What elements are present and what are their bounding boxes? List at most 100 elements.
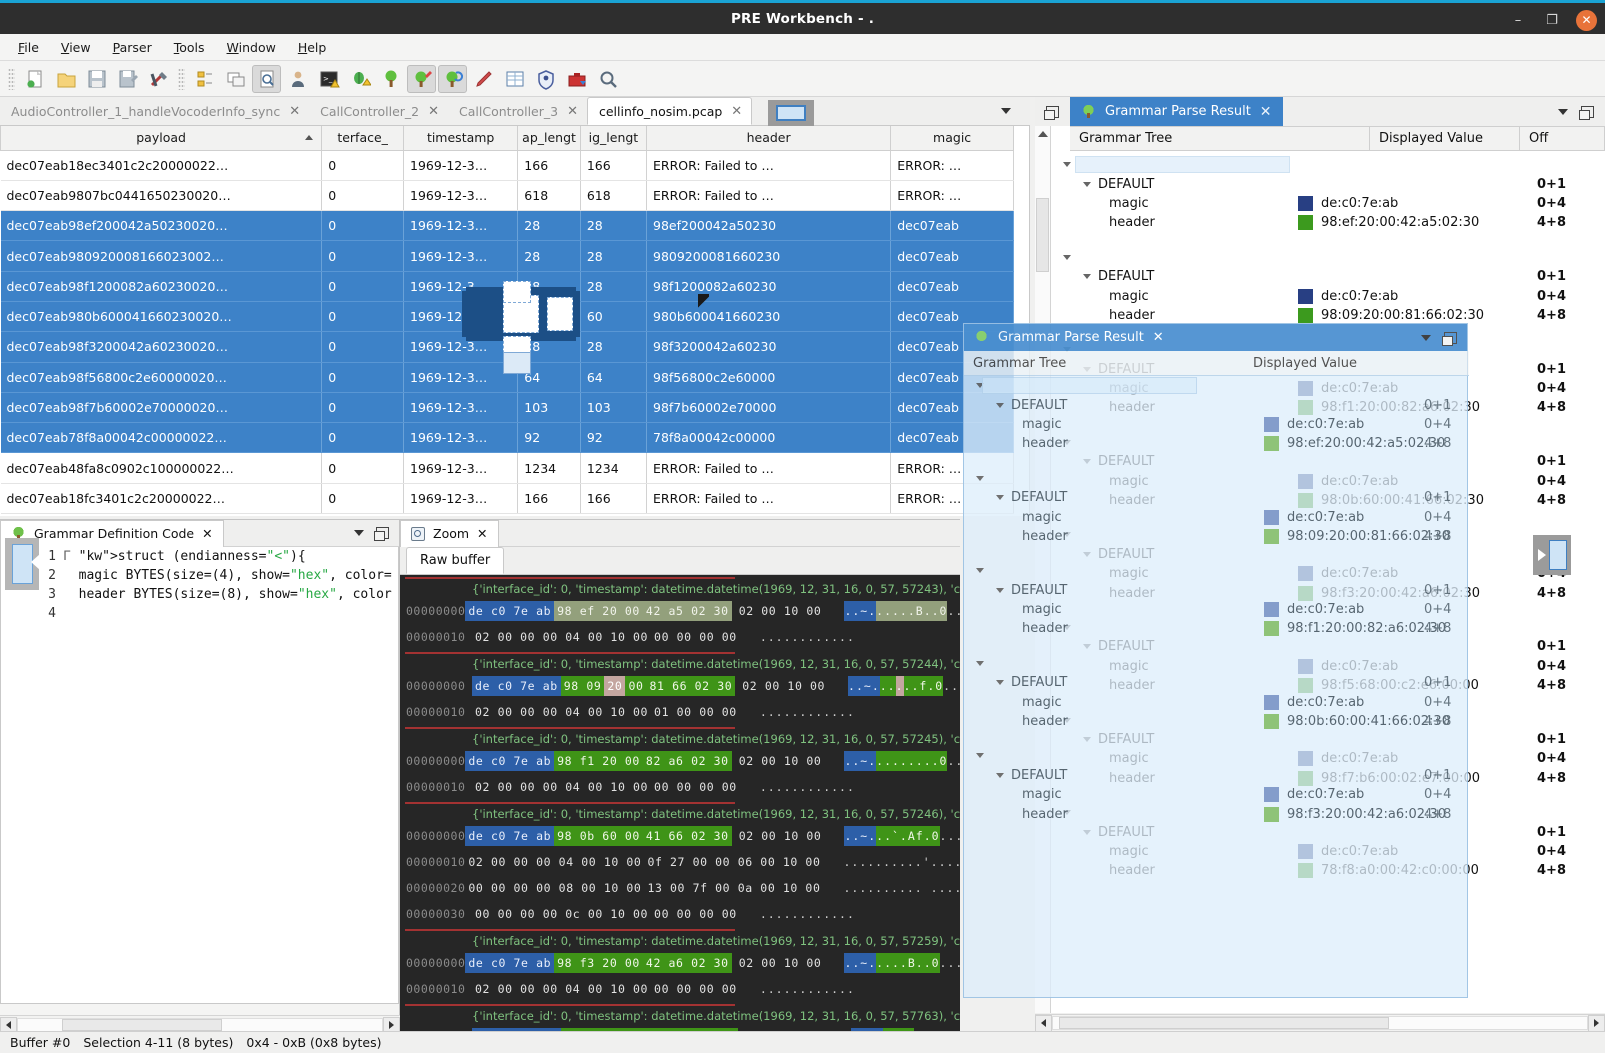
root-node-highlight[interactable]: [1075, 156, 1290, 173]
hex-row[interactable]: 00000000de c0 7e ab98 09200081 66 02 300…: [400, 673, 960, 699]
code-area[interactable]: Γ "kw">struct (endianness="<"){ magic BY…: [63, 547, 398, 1003]
table-cell[interactable]: 0: [322, 301, 404, 331]
table-row[interactable]: dec07eab48fa8c0902c100000022…01969-12-3……: [1, 453, 1014, 483]
tree-node-default[interactable]: DEFAULT0+1: [964, 766, 1469, 785]
copy-windows-icon[interactable]: [221, 65, 250, 93]
tree-leaf-magic[interactable]: magicde:c0:7e:ab0+4: [964, 785, 1469, 804]
gpr-auto-hide-handle[interactable]: [1533, 535, 1571, 575]
table-cell[interactable]: 0: [322, 392, 404, 422]
tree-node-default[interactable]: DEFAULT0+1: [1051, 267, 1605, 286]
table-cell[interactable]: 0: [322, 483, 404, 513]
hex-row[interactable]: 00000000de c0 7e ab98 f3 20 0042 a6 02 3…: [400, 950, 960, 976]
menu-item-tools[interactable]: Tools: [164, 36, 215, 59]
gpr-column-header-0[interactable]: Grammar Tree: [1070, 127, 1370, 150]
gpr-scrollbar-thumb[interactable]: [1036, 198, 1049, 272]
document-tab-1[interactable]: CallController_2✕: [309, 97, 448, 125]
tab-list-chevron-down-icon[interactable]: [1001, 108, 1011, 114]
menu-item-window[interactable]: Window: [217, 36, 286, 59]
tree-refresh-icon[interactable]: [438, 65, 467, 93]
table-row[interactable]: dec07eab18ec3401c2c20000022…01969-12-3…1…: [1, 150, 1014, 180]
table-cell[interactable]: 98ef200042a50230: [647, 211, 891, 241]
table-cell[interactable]: 28: [518, 211, 581, 241]
document-tab-close-icon[interactable]: ✕: [567, 104, 578, 119]
table-cell[interactable]: 28: [580, 332, 646, 362]
chevron-down-icon[interactable]: [976, 661, 984, 666]
table-cell[interactable]: 103: [580, 392, 646, 422]
table-cell[interactable]: dec07eab980920008166023002…: [1, 241, 322, 271]
gpr-dock-grip[interactable]: [1035, 106, 1070, 118]
table-cell[interactable]: 1234: [518, 453, 581, 483]
table-cell[interactable]: 980b600041660230: [647, 301, 891, 331]
column-header-ap-lengt[interactable]: ap_lengt: [518, 126, 581, 150]
table-row[interactable]: dec07eab18fc3401c2c20000022…01969-12-3…1…: [1, 483, 1014, 513]
table-cell[interactable]: 166: [580, 483, 646, 513]
table-cell[interactable]: 28: [580, 271, 646, 301]
tree-leaf-magic[interactable]: magicde:c0:7e:ab0+4: [964, 692, 1469, 711]
close-button[interactable]: ✕: [1576, 10, 1597, 31]
table-cell[interactable]: 28: [580, 241, 646, 271]
chevron-down-icon[interactable]: [996, 773, 1004, 778]
hscroll-track[interactable]: [17, 1018, 383, 1032]
tree-leaf-magic[interactable]: magicde:c0:7e:ab0+4: [1051, 194, 1605, 213]
table-cell[interactable]: dec07eab98ef200042a50230020…: [1, 211, 322, 241]
toolbar-grip[interactable]: [8, 68, 15, 90]
table-cell[interactable]: 92: [518, 423, 581, 453]
raw-buffer-tab[interactable]: Raw buffer: [406, 547, 504, 574]
table-cell[interactable]: 0: [322, 211, 404, 241]
pencil-red-icon[interactable]: [469, 65, 498, 93]
menu-item-help[interactable]: Help: [288, 36, 337, 59]
table-cell[interactable]: 9809200081660230: [647, 241, 891, 271]
table-cell[interactable]: 98f3200042a60230: [647, 332, 891, 362]
tree-leaf-header[interactable]: header98:09:20:00:81:66:02:304+8: [964, 527, 1469, 546]
grammar-parse-result-horizontal-scrollbar[interactable]: [1035, 1014, 1605, 1031]
gpr-float-icon[interactable]: [1046, 106, 1059, 118]
table-cell[interactable]: ERROR: …: [891, 150, 1014, 180]
chevron-down-icon[interactable]: [996, 680, 1004, 685]
tree-leaf-header[interactable]: header98:0b:60:00:41:66:02:304+8: [964, 712, 1469, 731]
chevron-down-icon[interactable]: [996, 588, 1004, 593]
table-grid-icon[interactable]: [500, 65, 529, 93]
table-cell[interactable]: dec07eab78f8a00042c00000022…: [1, 423, 322, 453]
table-cell[interactable]: ERROR: Failed to …: [647, 180, 891, 210]
table-row[interactable]: dec07eab98ef200042a50230020…01969-12-3…2…: [1, 211, 1014, 241]
table-cell[interactable]: dec07eab: [891, 271, 1014, 301]
gpr-chevron-down-icon[interactable]: [1558, 109, 1568, 115]
table-cell[interactable]: 1969-12-3…: [404, 150, 518, 180]
hex-row[interactable]: 0000001002 00 00 00 04 00 10 0000 00 00 …: [400, 976, 960, 1002]
tree-icon[interactable]: [376, 65, 405, 93]
table-cell[interactable]: 1969-12-3…: [404, 453, 518, 483]
table-cell[interactable]: dec07eab9807bc0441650230020…: [1, 180, 322, 210]
toolbar-grip-2[interactable]: [178, 68, 185, 90]
table-cell[interactable]: 28: [580, 211, 646, 241]
table-cell[interactable]: 1969-12-3…: [404, 392, 518, 422]
tools-wrench-icon[interactable]: [144, 65, 173, 93]
table-cell[interactable]: 78f8a00042c00000: [647, 423, 891, 453]
table-cell[interactable]: dec07eab48fa8c0902c100000022…: [1, 453, 322, 483]
chevron-down-icon[interactable]: [996, 403, 1004, 408]
shield-icon[interactable]: [531, 65, 560, 93]
new-document-icon[interactable]: [20, 65, 49, 93]
tree-node-default[interactable]: DEFAULT0+1: [964, 673, 1469, 692]
gpr-scroll-left-arrow-icon[interactable]: [1035, 1015, 1052, 1032]
table-cell[interactable]: 1969-12-3…: [404, 211, 518, 241]
menu-item-parser[interactable]: Parser: [103, 36, 162, 59]
gpr-undock-icon[interactable]: [1581, 106, 1594, 118]
table-cell[interactable]: dec07eab980b600041660230020…: [1, 301, 322, 331]
search-magnifier-icon[interactable]: [593, 65, 622, 93]
gpr-scroll-up-arrow-icon[interactable]: [1038, 131, 1048, 137]
grammar-parse-result-close-icon[interactable]: ✕: [1260, 104, 1272, 120]
table-cell[interactable]: 60: [580, 301, 646, 331]
chevron-down-icon[interactable]: [1083, 274, 1091, 279]
table-cell[interactable]: ERROR: …: [891, 180, 1014, 210]
tree-group-toggle-row[interactable]: [964, 376, 1469, 395]
document-tab-3[interactable]: cellinfo_nosim.pcap✕: [587, 97, 752, 125]
minimize-button[interactable]: –: [1508, 13, 1528, 28]
hex-row[interactable]: 0000002000 00 00 00 08 00 10 0013 00 7f …: [400, 875, 960, 901]
chevron-down-icon[interactable]: [1063, 162, 1071, 167]
column-header-timestamp[interactable]: timestamp: [404, 126, 518, 150]
menu-item-file[interactable]: File: [8, 36, 49, 59]
table-cell[interactable]: ERROR: Failed to …: [647, 483, 891, 513]
table-cell[interactable]: 166: [518, 150, 581, 180]
table-cell[interactable]: 1969-12-3…: [404, 483, 518, 513]
table-cell[interactable]: 618: [580, 180, 646, 210]
